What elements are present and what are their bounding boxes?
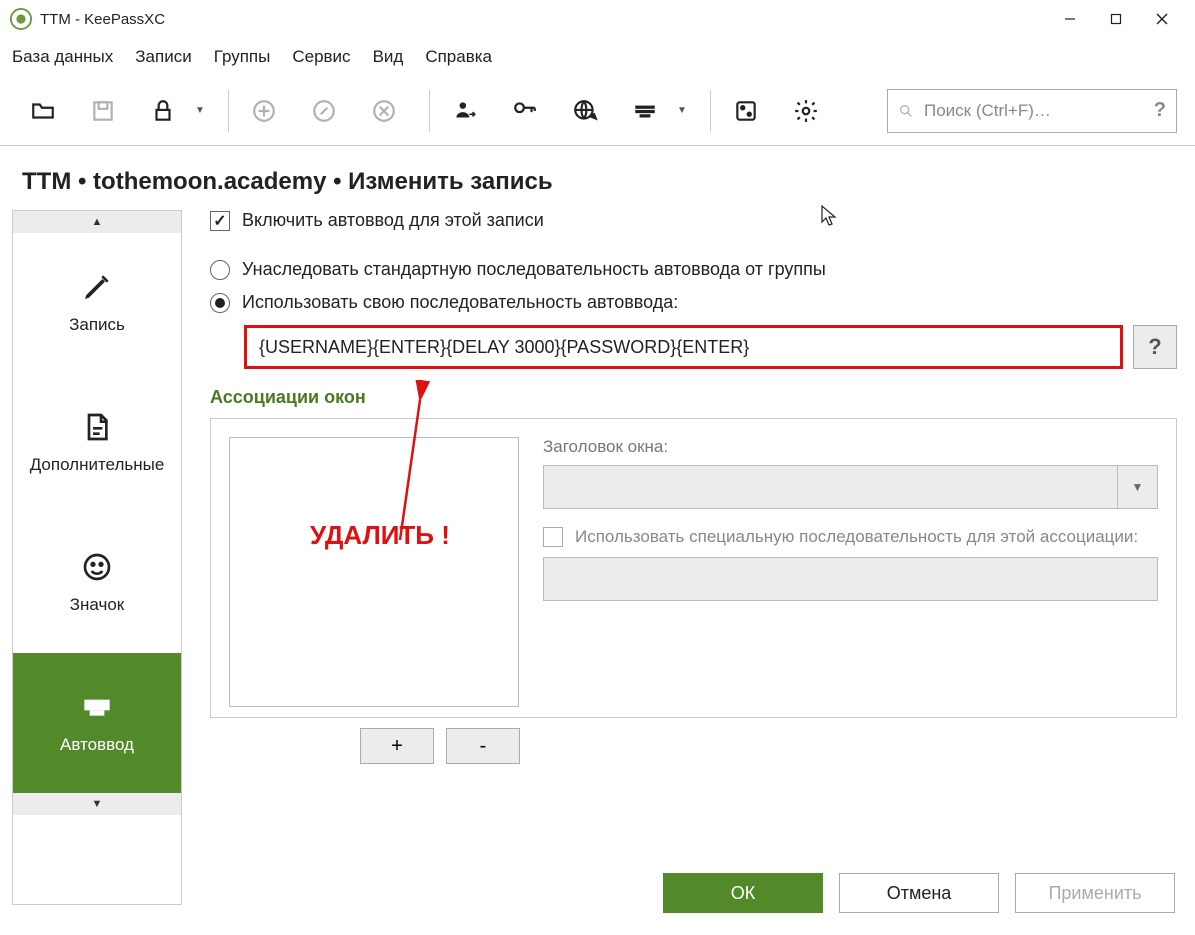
close-button[interactable] [1139,0,1185,38]
menu-database[interactable]: База данных [12,47,113,67]
keyboard-dropdown[interactable]: ▼ [674,105,690,116]
sidebar-scroll-down[interactable]: ▼ [13,793,181,815]
use-special-checkbox[interactable] [543,527,563,547]
menu-help[interactable]: Справка [425,47,492,67]
document-icon [81,411,113,443]
sidebar-tab-advanced[interactable]: Дополнительные [13,373,181,513]
search-box[interactable]: Поиск (Ctrl+F)… ? [887,89,1177,133]
toolbar: ▼ ▼ Поиск (Ctrl+F)… ? [0,76,1195,146]
keyboard-button[interactable] [620,86,670,136]
sequence-help-button[interactable]: ? [1133,325,1177,369]
use-special-label: Использовать специальную последовательно… [575,527,1138,547]
save-button[interactable] [78,86,128,136]
open-folder-button[interactable] [18,86,68,136]
dialog-buttons: ОК Отмена Применить [663,873,1175,913]
key-button[interactable] [500,86,550,136]
remove-association-button[interactable]: - [446,728,520,764]
lock-button[interactable] [138,86,188,136]
search-placeholder: Поиск (Ctrl+F)… [924,101,1154,121]
chevron-down-icon: ▼ [1117,466,1157,508]
keyboard-icon [81,691,113,723]
ok-button[interactable]: ОК [663,873,823,913]
association-sequence-input[interactable] [543,557,1158,601]
menu-groups[interactable]: Группы [214,47,271,67]
enable-autotype-label: Включить автоввод для этой записи [242,210,544,231]
add-association-button[interactable]: + [360,728,434,764]
user-button[interactable] [440,86,490,136]
apply-button[interactable]: Применить [1015,873,1175,913]
custom-radio[interactable] [210,293,230,313]
sidebar-tab-entry[interactable]: Запись [13,233,181,373]
cancel-button[interactable]: Отмена [839,873,999,913]
annotation-text: УДАЛИТЬ ! [310,520,450,551]
search-icon [898,103,914,119]
associations-panel: Заголовок окна: ▼ Использовать специальн… [210,418,1177,718]
delete-button[interactable] [359,86,409,136]
app-logo-icon [10,8,32,30]
associations-list[interactable] [229,437,519,707]
add-button[interactable] [239,86,289,136]
sequence-input[interactable]: {USERNAME}{ENTER}{DELAY 3000}{PASSWORD}{… [244,325,1123,369]
page-title: TTM • tothemoon.academy • Изменить запис… [0,146,1195,210]
sidebar-tab-icon[interactable]: Значок [13,513,181,653]
window-title-combo[interactable]: ▼ [543,465,1158,509]
autotype-form: Включить автоввод для этой записи Унасле… [182,210,1177,905]
maximize-button[interactable] [1093,0,1139,38]
menu-bar: База данных Записи Группы Сервис Вид Спр… [0,38,1195,76]
sidebar-tab-autotype[interactable]: Автоввод [13,653,181,793]
edit-button[interactable] [299,86,349,136]
menu-view[interactable]: Вид [373,47,404,67]
window-title-label: Заголовок окна: [543,437,1158,457]
inherit-label: Унаследовать стандартную последовательно… [242,259,826,280]
enable-autotype-checkbox[interactable] [210,211,230,231]
menu-tools[interactable]: Сервис [292,47,350,67]
window-title: TTM - KeePassXC [40,11,165,28]
inherit-radio[interactable] [210,260,230,280]
cursor-icon [820,204,840,228]
dice-button[interactable] [721,86,771,136]
settings-button[interactable] [781,86,831,136]
lock-dropdown[interactable]: ▼ [192,105,208,116]
minimize-button[interactable] [1047,0,1093,38]
menu-entries[interactable]: Записи [135,47,191,67]
title-bar: TTM - KeePassXC [0,0,1195,38]
custom-label: Использовать свою последовательность авт… [242,292,678,313]
sidebar: ▲ Запись Дополнительные Значок Автоввод … [12,210,182,905]
associations-header: Ассоциации окон [210,387,1177,408]
pencil-icon [81,271,113,303]
sidebar-scroll-up[interactable]: ▲ [13,211,181,233]
smiley-icon [81,551,113,583]
globe-button[interactable] [560,86,610,136]
search-help[interactable]: ? [1154,99,1166,122]
